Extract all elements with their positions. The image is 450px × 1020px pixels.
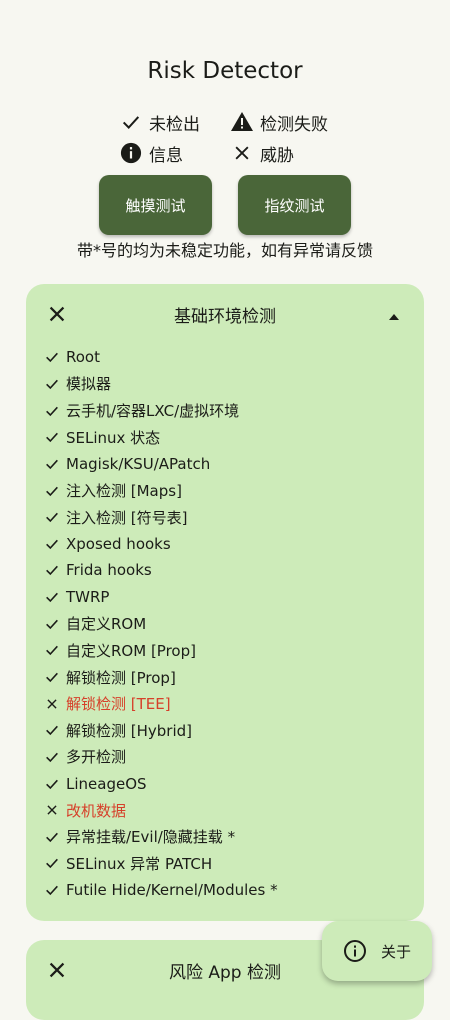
check-item: 模拟器 xyxy=(44,371,278,398)
legend-info: 信息 xyxy=(119,141,183,166)
check-icon xyxy=(44,669,60,685)
check-icon xyxy=(44,483,60,499)
check-item: 自定义ROM xyxy=(44,610,278,637)
check-item: 改机数据 xyxy=(44,797,278,824)
check-item: Magisk/KSU/APatch xyxy=(44,451,278,478)
check-icon xyxy=(44,562,60,578)
check-item-label: LineageOS xyxy=(66,774,147,793)
check-icon xyxy=(44,536,60,552)
check-item-label: Root xyxy=(66,348,100,367)
check-icon xyxy=(44,722,60,738)
check-item: 解锁检测 [Hybrid] xyxy=(44,717,278,744)
about-button-label: 关于 xyxy=(380,942,411,961)
check-item-label: Frida hooks xyxy=(66,561,152,580)
warning-icon xyxy=(230,110,254,134)
check-item-label: 自定义ROM xyxy=(66,615,147,634)
check-icon xyxy=(44,403,60,419)
check-icon xyxy=(44,776,60,792)
check-item: SELinux 异常 PATCH xyxy=(44,850,278,877)
check-item: Xposed hooks xyxy=(44,530,278,557)
close-icon xyxy=(44,802,60,818)
check-icon xyxy=(44,855,60,871)
legend-info-label: 信息 xyxy=(149,145,183,166)
about-button[interactable]: 关于 xyxy=(322,921,432,981)
check-item-label: 注入检测 [符号表] xyxy=(66,508,188,527)
check-item-label: SELinux 状态 xyxy=(66,428,161,447)
check-item: Root xyxy=(44,344,278,371)
check-item: 异常挂载/Evil/隐藏挂载 * xyxy=(44,824,278,851)
basic-env-card-header[interactable]: 基础环境检测 xyxy=(26,284,424,344)
check-item-label: 改机数据 xyxy=(66,801,127,820)
check-item: 注入检测 [Maps] xyxy=(44,477,278,504)
check-icon xyxy=(44,589,60,605)
check-item-label: 注入检测 [Maps] xyxy=(66,482,182,501)
collapse-caret-icon[interactable] xyxy=(388,308,400,320)
check-item-label: Futile Hide/Kernel/Modules * xyxy=(66,881,278,900)
check-icon xyxy=(44,642,60,658)
legend-threat: 威胁 xyxy=(230,141,294,166)
legend-threat-label: 威胁 xyxy=(260,145,294,166)
basic-env-check-list: Root 模拟器云手机/容器LXC/虚拟环境 SELinux 状态 Magisk/KS… xyxy=(44,344,278,903)
check-item: SELinux 状态 xyxy=(44,424,278,451)
check-icon xyxy=(44,509,60,525)
info-icon xyxy=(119,141,143,165)
check-item-label: SELinux 异常 PATCH xyxy=(66,854,213,873)
legend-detect-failed-label: 检测失败 xyxy=(260,114,328,135)
check-icon xyxy=(44,429,60,445)
info-outline-icon xyxy=(343,939,367,963)
check-item: Futile Hide/Kernel/Modules * xyxy=(44,877,278,904)
legend-not-detected: 未检出 xyxy=(119,110,200,135)
check-icon xyxy=(44,349,60,365)
close-icon xyxy=(44,696,60,712)
close-icon xyxy=(230,141,254,165)
check-item: TWRP xyxy=(44,584,278,611)
check-icon xyxy=(44,882,60,898)
check-icon xyxy=(44,829,60,845)
check-icon xyxy=(44,456,60,472)
legend-not-detected-label: 未检出 xyxy=(149,114,200,135)
check-item: Frida hooks xyxy=(44,557,278,584)
legend-detect-failed: 检测失败 xyxy=(230,110,328,135)
check-item-label: 模拟器 xyxy=(66,375,112,394)
basic-env-card: 基础环境检测 Root 模拟器云手机/容器LXC/虚拟环境 SELinux 状态 Ma… xyxy=(26,284,424,921)
check-icon xyxy=(119,110,143,134)
check-item: 自定义ROM [Prop] xyxy=(44,637,278,664)
unstable-feature-note: 带*号的均为未稳定功能，如有异常请反馈 xyxy=(76,241,373,260)
check-item-label: 解锁检测 [Prop] xyxy=(66,668,176,687)
fingerprint-test-button[interactable]: 指纹测试 xyxy=(238,175,351,235)
check-item-label: 解锁检测 [Hybrid] xyxy=(66,721,193,740)
check-item-label: 云手机/容器LXC/虚拟环境 xyxy=(66,402,240,421)
touch-test-button[interactable]: 触摸测试 xyxy=(99,175,212,235)
check-icon xyxy=(44,376,60,392)
check-icon xyxy=(44,749,60,765)
check-item: 多开检测 xyxy=(44,744,278,771)
check-item: 解锁检测 [Prop] xyxy=(44,664,278,691)
check-item: 解锁检测 [TEE] xyxy=(44,690,278,717)
check-item: 注入检测 [符号表] xyxy=(44,504,278,531)
check-item-label: 解锁检测 [TEE] xyxy=(66,695,171,714)
check-item-label: 多开检测 xyxy=(66,748,127,767)
check-item-label: Xposed hooks xyxy=(66,534,171,553)
check-item-label: Magisk/KSU/APatch xyxy=(66,454,211,473)
check-item-label: 自定义ROM [Prop] xyxy=(66,641,196,660)
check-icon xyxy=(44,616,60,632)
app-title: Risk Detector xyxy=(147,58,303,84)
check-item: 云手机/容器LXC/虚拟环境 xyxy=(44,397,278,424)
check-item-label: TWRP xyxy=(66,588,110,607)
check-item-label: 异常挂载/Evil/隐藏挂载 * xyxy=(66,828,236,847)
check-item: LineageOS xyxy=(44,770,278,797)
basic-env-card-title: 基础环境检测 xyxy=(174,307,276,327)
